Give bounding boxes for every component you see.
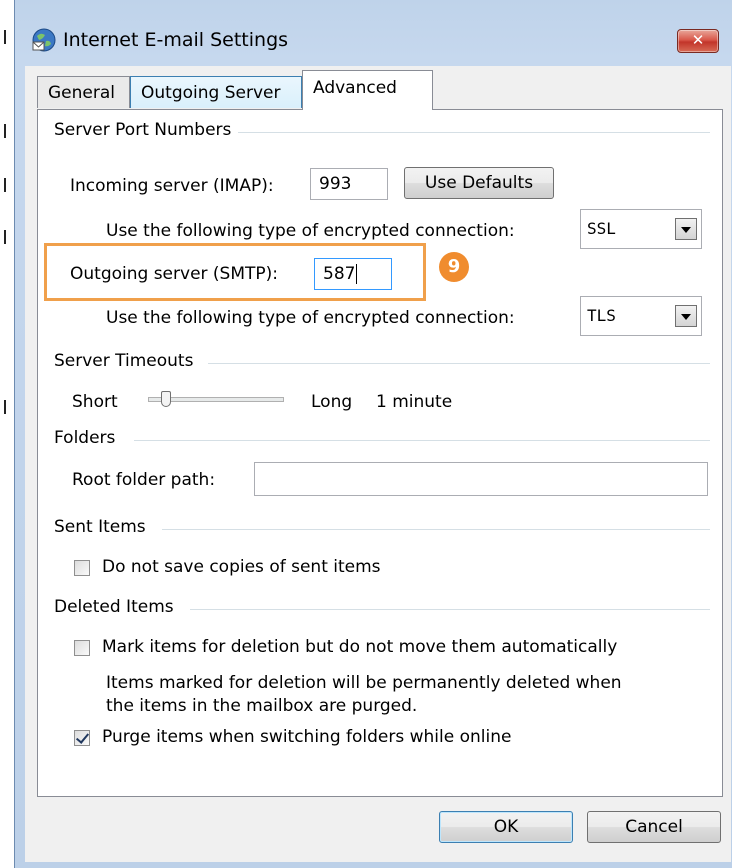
title-bar[interactable]: Internet E-mail Settings ✕ (15, 0, 732, 66)
incoming-port-input[interactable]: 993 (310, 168, 388, 200)
timeout-slider-thumb[interactable] (161, 391, 172, 407)
use-defaults-button[interactable]: Use Defaults (404, 167, 554, 199)
mark-items-checkbox[interactable] (74, 640, 90, 656)
incoming-encryption-label: Use the following type of encrypted conn… (106, 221, 515, 241)
folders-heading: Folders (54, 428, 122, 448)
background-window-edge (0, 0, 14, 868)
purge-items-checkbox[interactable] (74, 730, 90, 746)
server-port-numbers-heading: Server Port Numbers (54, 120, 238, 140)
email-settings-dialog: Internet E-mail Settings ✕ General Outgo… (14, 0, 732, 868)
mark-items-note-line1: Items marked for deletion will be perman… (106, 673, 622, 693)
window-title: Internet E-mail Settings (63, 29, 289, 51)
group-divider (208, 363, 710, 364)
incoming-encryption-select[interactable]: SSL (580, 209, 702, 249)
mark-items-note-line2: the items in the mailbox are purged. (106, 696, 418, 716)
do-not-save-label: Do not save copies of sent items (102, 557, 381, 577)
deleted-items-heading: Deleted Items (54, 597, 180, 617)
group-divider (238, 132, 710, 133)
server-timeouts-heading: Server Timeouts (54, 351, 200, 371)
root-folder-input[interactable] (254, 462, 708, 496)
purge-items-label: Purge items when switching folders while… (102, 727, 512, 747)
timeout-short-label: Short (72, 392, 118, 412)
timeout-long-label: Long (311, 392, 353, 412)
outgoing-encryption-select[interactable]: TLS (580, 296, 702, 336)
close-icon: ✕ (691, 31, 705, 49)
step-highlight-box (44, 243, 426, 301)
outgoing-encryption-value: TLS (587, 306, 616, 325)
close-button[interactable]: ✕ (677, 29, 719, 53)
mark-items-label: Mark items for deletion but do not move … (102, 637, 618, 657)
incoming-server-label: Incoming server (IMAP): (70, 176, 274, 196)
chevron-down-icon[interactable] (675, 218, 697, 240)
tab-advanced[interactable]: Advanced (302, 70, 433, 110)
ok-button[interactable]: OK (439, 811, 573, 843)
globe-mail-icon (32, 28, 56, 52)
outgoing-encryption-label: Use the following type of encrypted conn… (106, 308, 515, 328)
do-not-save-checkbox[interactable] (74, 560, 90, 576)
step-number-badge: 9 (439, 252, 469, 282)
dialog-client-area: General Outgoing Server Advanced Server … (25, 66, 731, 862)
root-folder-label: Root folder path: (72, 470, 216, 490)
group-divider (162, 529, 710, 530)
tab-general[interactable]: General (37, 76, 130, 108)
group-divider (134, 440, 710, 441)
chevron-down-icon[interactable] (675, 305, 697, 327)
advanced-tab-page: Server Port Numbers Incoming server (IMA… (37, 109, 723, 797)
tab-outgoing-server[interactable]: Outgoing Server (130, 76, 302, 108)
incoming-encryption-value: SSL (587, 219, 616, 238)
sent-items-heading: Sent Items (54, 517, 152, 537)
timeout-value: 1 minute (376, 392, 453, 412)
group-divider (190, 609, 710, 610)
cancel-button[interactable]: Cancel (587, 811, 721, 843)
